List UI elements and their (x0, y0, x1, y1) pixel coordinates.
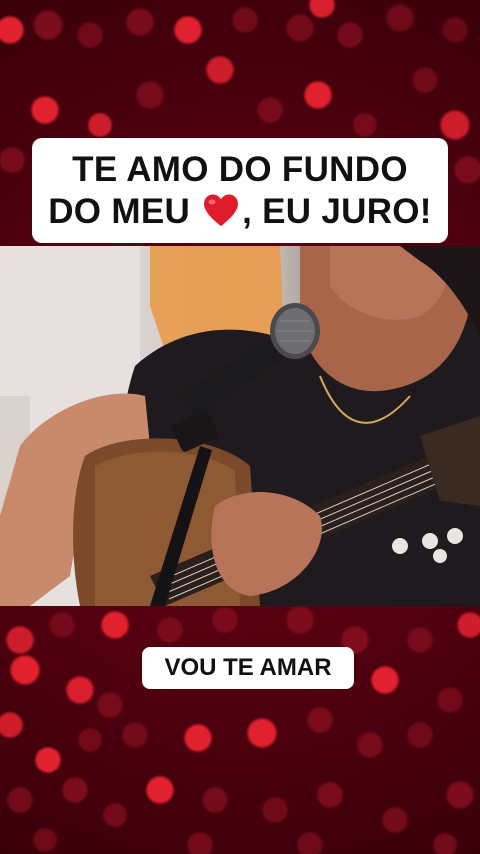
bokeh-light (87, 112, 113, 138)
bokeh-light (285, 605, 315, 635)
top-caption-line-2: DO MEU , EU JURO! (48, 191, 432, 233)
bokeh-light (48, 611, 76, 639)
bokeh-light (406, 721, 434, 749)
bokeh-light (34, 746, 62, 774)
bokeh-light (183, 723, 213, 753)
bokeh-light (102, 802, 128, 828)
bokeh-light (261, 796, 289, 824)
bokeh-light (285, 13, 315, 43)
bokeh-light (411, 66, 439, 94)
bokeh-light (100, 610, 130, 640)
bokeh-light (145, 775, 175, 805)
singer-with-guitar-image (0, 246, 480, 606)
bokeh-light (76, 21, 104, 49)
bokeh-light (65, 675, 95, 705)
bokeh-light (0, 711, 24, 739)
bokeh-light (156, 616, 184, 644)
bokeh-light (441, 16, 469, 44)
bokeh-light (30, 95, 60, 125)
bokeh-light (381, 806, 409, 834)
bokeh-light (406, 626, 434, 654)
bokeh-light (135, 80, 165, 110)
bokeh-light (453, 155, 480, 185)
bokeh-light (32, 827, 58, 853)
bokeh-light (296, 831, 324, 854)
bokeh-light (186, 831, 214, 854)
heart-icon (202, 193, 240, 227)
bokeh-light (370, 665, 400, 695)
bokeh-light (436, 686, 464, 714)
bokeh-light (61, 776, 89, 804)
bokeh-light (316, 781, 344, 809)
bokeh-light (201, 786, 229, 814)
top-caption-line-1: TE AMO DO FUNDO (72, 149, 408, 189)
bokeh-light (336, 21, 364, 49)
bokeh-light (456, 611, 480, 639)
bokeh-light (173, 15, 203, 45)
bokeh-light (77, 727, 103, 753)
bokeh-light (432, 832, 458, 854)
bokeh-light (439, 109, 471, 141)
bottom-caption: VOU TE AMAR (142, 647, 354, 689)
bokeh-light (205, 55, 235, 85)
bokeh-light (96, 691, 124, 719)
bokeh-light (0, 146, 26, 174)
bokeh-light (303, 80, 333, 110)
bokeh-light (445, 780, 475, 810)
bokeh-light (0, 15, 25, 45)
bokeh-light (121, 721, 149, 749)
bokeh-light (256, 96, 284, 124)
video-frame: TE AMO DO FUNDO DO MEU , EU JURO! VOU TE… (0, 0, 480, 854)
bokeh-light (5, 625, 35, 655)
bokeh-light (9, 654, 41, 686)
bokeh-light (246, 717, 278, 749)
bokeh-light (211, 606, 239, 634)
bottom-caption-text: VOU TE AMAR (164, 654, 332, 681)
bokeh-light (308, 0, 336, 19)
top-caption-line-2-end: , EU JURO! (242, 191, 432, 231)
bokeh-light (352, 112, 378, 138)
bokeh-light (306, 706, 334, 734)
top-caption: TE AMO DO FUNDO DO MEU , EU JURO! (32, 138, 448, 243)
top-caption-line-2-start: DO MEU (48, 191, 201, 231)
bokeh-light (356, 731, 384, 759)
bokeh-light (385, 3, 415, 33)
bokeh-light (231, 6, 259, 34)
video-still (0, 246, 480, 606)
bokeh-light (32, 9, 64, 41)
bokeh-light (6, 786, 34, 814)
bokeh-light (125, 7, 155, 37)
